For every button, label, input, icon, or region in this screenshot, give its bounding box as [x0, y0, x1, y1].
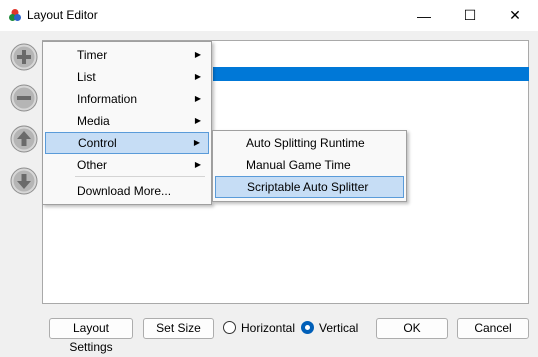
- window-title: Layout Editor: [27, 8, 98, 22]
- move-down-icon: [10, 167, 38, 195]
- menu-item-other[interactable]: Other ▶: [45, 154, 209, 176]
- submenu-arrow-icon: ▶: [194, 116, 201, 125]
- move-up-icon: [10, 125, 38, 153]
- maximize-icon: ☐: [463, 7, 477, 23]
- minimize-icon: —: [417, 7, 431, 24]
- vertical-radio-label[interactable]: Vertical: [319, 321, 358, 335]
- menu-item-download-more[interactable]: Download More...: [45, 180, 209, 202]
- menu-item-label: List: [77, 70, 96, 84]
- submenu-item-scriptable-auto-splitter[interactable]: Scriptable Auto Splitter: [215, 176, 404, 198]
- set-size-button[interactable]: Set Size: [143, 318, 214, 339]
- move-up-button[interactable]: [10, 125, 38, 153]
- selected-component-row[interactable]: [213, 67, 529, 81]
- submenu-item-manual-game-time[interactable]: Manual Game Time: [215, 154, 404, 176]
- menu-item-label: Download More...: [77, 184, 172, 198]
- control-submenu: Auto Splitting Runtime Manual Game Time …: [212, 130, 407, 202]
- cancel-button[interactable]: Cancel: [457, 318, 529, 339]
- vertical-radio[interactable]: [301, 321, 314, 334]
- menu-item-information[interactable]: Information ▶: [45, 88, 209, 110]
- close-icon: ✕: [509, 7, 521, 23]
- submenu-arrow-icon: ▶: [194, 160, 201, 169]
- submenu-item-auto-splitting-runtime[interactable]: Auto Splitting Runtime: [215, 132, 404, 154]
- add-component-button[interactable]: [10, 43, 38, 71]
- menu-item-label: Media: [77, 114, 110, 128]
- add-icon: [10, 43, 38, 71]
- remove-icon: [10, 84, 38, 112]
- menu-item-label: Timer: [77, 48, 108, 62]
- layout-settings-button[interactable]: Layout Settings: [49, 318, 133, 354]
- submenu-arrow-icon: ▶: [194, 94, 201, 103]
- menu-item-label: Information: [77, 92, 138, 106]
- title-bar: Layout Editor — ☐ ✕: [0, 0, 538, 31]
- menu-separator: [75, 176, 205, 177]
- add-component-menu: Timer ▶ List ▶ Information ▶ Media ▶ Con…: [42, 41, 212, 205]
- submenu-arrow-icon: ▶: [194, 50, 201, 59]
- menu-item-control[interactable]: Control ▶: [45, 132, 209, 154]
- maximize-button[interactable]: ☐: [447, 0, 493, 31]
- minimize-button[interactable]: —: [401, 0, 447, 31]
- ok-button[interactable]: OK: [376, 318, 448, 339]
- menu-item-label: Auto Splitting Runtime: [246, 136, 365, 150]
- menu-item-label: Other: [77, 158, 108, 172]
- horizontal-radio[interactable]: [223, 321, 236, 334]
- menu-item-label: Manual Game Time: [246, 158, 351, 172]
- close-button[interactable]: ✕: [492, 0, 538, 31]
- app-icon: [9, 9, 21, 21]
- submenu-arrow-icon: ▶: [193, 138, 200, 147]
- submenu-arrow-icon: ▶: [194, 72, 201, 81]
- horizontal-radio-label[interactable]: Horizontal: [241, 321, 295, 335]
- menu-item-label: Control: [78, 136, 117, 150]
- menu-item-media[interactable]: Media ▶: [45, 110, 209, 132]
- menu-item-label: Scriptable Auto Splitter: [247, 180, 369, 194]
- remove-component-button[interactable]: [10, 84, 38, 112]
- menu-item-list[interactable]: List ▶: [45, 66, 209, 88]
- menu-item-timer[interactable]: Timer ▶: [45, 44, 209, 66]
- move-down-button[interactable]: [10, 167, 38, 195]
